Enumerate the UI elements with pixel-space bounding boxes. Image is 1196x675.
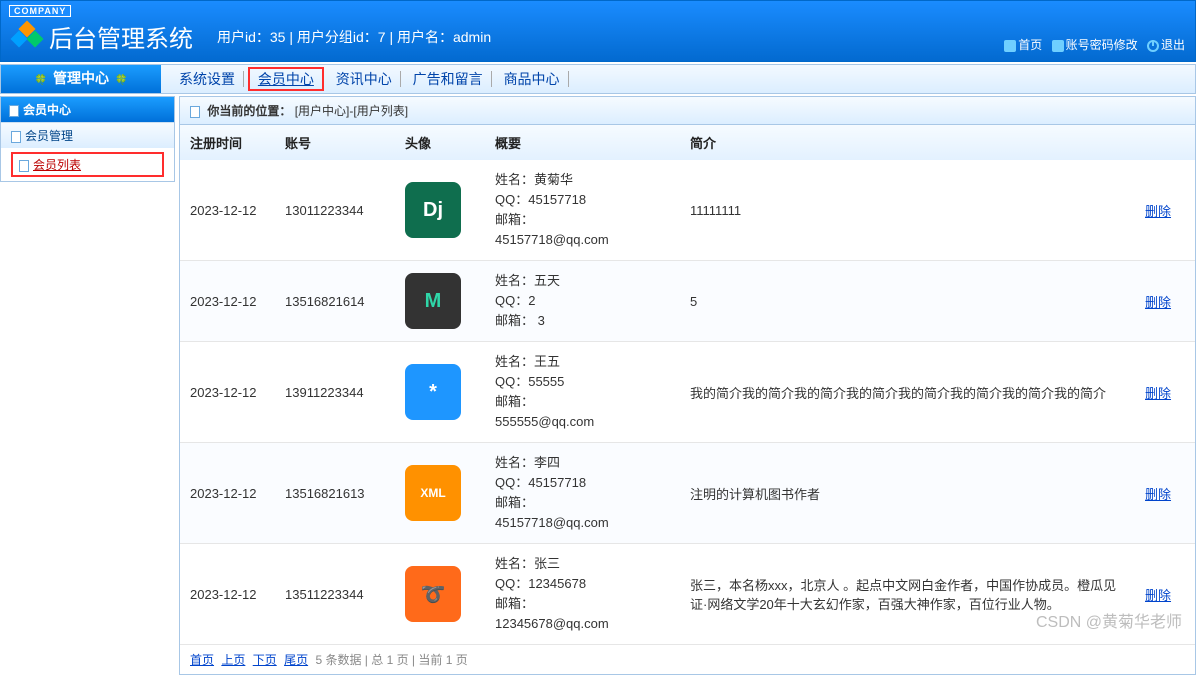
cell-summary: 姓名：五天QQ：2邮箱： 3 bbox=[485, 261, 680, 342]
home-link[interactable]: 首页 bbox=[1004, 38, 1042, 52]
password-link[interactable]: 账号密码修改 bbox=[1052, 38, 1138, 52]
sidebar-item-member-list[interactable]: 会员列表 bbox=[11, 152, 164, 177]
cell-reg: 2023-12-12 bbox=[180, 342, 275, 443]
nav-item-4[interactable]: 商品中心 bbox=[496, 71, 569, 87]
table-row: 2023-12-1213516821613XML 姓名：李四QQ：45157718… bbox=[180, 443, 1195, 544]
breadcrumb: 你当前的位置： [用户中心]-[用户列表] bbox=[180, 97, 1195, 125]
col-summary: 概要 bbox=[485, 125, 680, 160]
cell-summary: 姓名：李四QQ：45157718邮箱：45157718@qq.com bbox=[485, 443, 680, 544]
cell-intro: 注明的计算机图书作者 bbox=[680, 443, 1135, 544]
doc-icon bbox=[9, 105, 19, 117]
cell-intro: 5 bbox=[680, 261, 1135, 342]
cell-summary: 姓名：王五QQ：55555邮箱：555555@qq.com bbox=[485, 342, 680, 443]
nav-item-3[interactable]: 广告和留言 bbox=[405, 71, 492, 87]
cell-acct: 13511223344 bbox=[275, 544, 395, 645]
cell-intro: 11111111 bbox=[680, 160, 1135, 261]
doc-icon bbox=[19, 160, 29, 172]
cell-reg: 2023-12-12 bbox=[180, 544, 275, 645]
pager-last[interactable]: 尾页 bbox=[284, 653, 308, 667]
sidebar-group[interactable]: 会员管理 bbox=[1, 122, 174, 148]
col-acct: 账号 bbox=[275, 125, 395, 160]
pager-info: 5 条数据 | 总 1 页 | 当前 1 页 bbox=[315, 653, 467, 667]
power-icon bbox=[1147, 40, 1159, 52]
company-tag: COMPANY bbox=[9, 5, 71, 17]
logout-link[interactable]: 退出 bbox=[1147, 38, 1185, 52]
cell-avatar: Dj bbox=[395, 160, 485, 261]
delete-link[interactable]: 删除 bbox=[1145, 386, 1171, 401]
col-reg: 注册时间 bbox=[180, 125, 275, 160]
user-info: 用户id：35 | 用户分组id：7 | 用户名：admin bbox=[217, 27, 491, 47]
cell-acct: 13516821613 bbox=[275, 443, 395, 544]
cell-reg: 2023-12-12 bbox=[180, 261, 275, 342]
cell-op: 删除 bbox=[1135, 443, 1195, 544]
home-icon bbox=[1004, 40, 1016, 52]
nav-item-2[interactable]: 资讯中心 bbox=[328, 71, 401, 87]
table-row: 2023-12-1213516821614M 姓名：五天QQ：2邮箱： 35 删除 bbox=[180, 261, 1195, 342]
sidebar: 会员中心 会员管理 会员列表 bbox=[0, 96, 175, 182]
app-title: 后台管理系统 bbox=[49, 19, 193, 54]
cell-summary: 姓名：张三QQ：12345678邮箱：12345678@qq.com bbox=[485, 544, 680, 645]
breadcrumb-path: [用户中心]-[用户列表] bbox=[295, 104, 408, 118]
col-op bbox=[1135, 125, 1195, 160]
cell-op: 删除 bbox=[1135, 160, 1195, 261]
table-row: 2023-12-1213911223344* 姓名：王五QQ：55555邮箱：55… bbox=[180, 342, 1195, 443]
cell-summary: 姓名：黄菊华QQ：45157718邮箱：45157718@qq.com bbox=[485, 160, 680, 261]
breadcrumb-label: 你当前的位置： bbox=[207, 104, 291, 118]
cell-acct: 13911223344 bbox=[275, 342, 395, 443]
cell-intro: 我的简介我的简介我的简介我的简介我的简介我的简介我的简介我的简介 bbox=[680, 342, 1135, 443]
user-table: 注册时间 账号 头像 概要 简介 2023-12-1213011223344Dj… bbox=[180, 125, 1195, 645]
pager-next[interactable]: 下页 bbox=[253, 653, 277, 667]
cell-op: 删除 bbox=[1135, 261, 1195, 342]
nav-header: 管理中心 bbox=[1, 65, 161, 93]
cell-reg: 2023-12-12 bbox=[180, 160, 275, 261]
avatar-icon: ➰ bbox=[405, 566, 461, 622]
cell-acct: 13516821614 bbox=[275, 261, 395, 342]
pager: 首页 上页 下页 尾页 5 条数据 | 总 1 页 | 当前 1 页 bbox=[180, 645, 1195, 674]
doc-icon bbox=[190, 106, 200, 118]
nav-item-1[interactable]: 会员中心 bbox=[248, 67, 324, 91]
delete-link[interactable]: 删除 bbox=[1145, 204, 1171, 219]
logo-icon bbox=[13, 23, 41, 51]
sidebar-section-header: 会员中心 bbox=[1, 97, 174, 122]
cell-op: 删除 bbox=[1135, 342, 1195, 443]
col-intro: 简介 bbox=[680, 125, 1135, 160]
cell-avatar: XML bbox=[395, 443, 485, 544]
nav-bar: 管理中心 系统设置 会员中心 资讯中心 广告和留言 商品中心 bbox=[0, 64, 1196, 94]
delete-link[interactable]: 删除 bbox=[1145, 295, 1171, 310]
cell-avatar: ➰ bbox=[395, 544, 485, 645]
cell-reg: 2023-12-12 bbox=[180, 443, 275, 544]
delete-link[interactable]: 删除 bbox=[1145, 588, 1171, 603]
avatar-icon: XML bbox=[405, 465, 461, 521]
doc-icon bbox=[1052, 40, 1064, 52]
top-bar: COMPANY 后台管理系统 用户id：35 | 用户分组id：7 | 用户名：… bbox=[0, 0, 1196, 62]
table-row: 2023-12-1213011223344Dj 姓名：黄菊华QQ：45157718… bbox=[180, 160, 1195, 261]
cell-avatar: M bbox=[395, 261, 485, 342]
watermark: CSDN @黄菊华老师 bbox=[1036, 608, 1182, 632]
cell-avatar: * bbox=[395, 342, 485, 443]
cell-acct: 13011223344 bbox=[275, 160, 395, 261]
avatar-icon: M bbox=[405, 273, 461, 329]
pager-first[interactable]: 首页 bbox=[190, 653, 214, 667]
avatar-icon: * bbox=[405, 364, 461, 420]
delete-link[interactable]: 删除 bbox=[1145, 487, 1171, 502]
col-avatar: 头像 bbox=[395, 125, 485, 160]
main-panel: 你当前的位置： [用户中心]-[用户列表] 注册时间 账号 头像 概要 简介 2… bbox=[179, 96, 1196, 675]
table-header-row: 注册时间 账号 头像 概要 简介 bbox=[180, 125, 1195, 160]
nav-item-0[interactable]: 系统设置 bbox=[171, 71, 244, 87]
top-links: 首页 账号密码修改 退出 bbox=[998, 36, 1185, 53]
pager-prev[interactable]: 上页 bbox=[221, 653, 245, 667]
avatar-icon: Dj bbox=[405, 182, 461, 238]
doc-icon bbox=[11, 131, 21, 143]
